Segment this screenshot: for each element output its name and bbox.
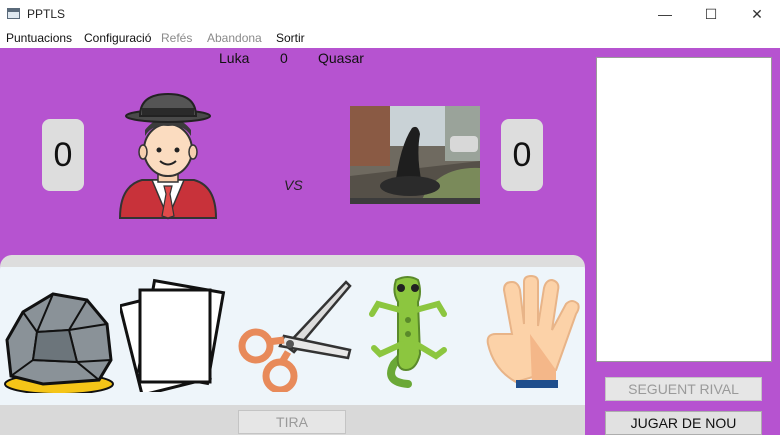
menu-refes[interactable]: Refés (161, 31, 192, 45)
throw-button[interactable]: TIRA (238, 410, 346, 434)
player-score: 0 (42, 119, 84, 191)
lizard-icon[interactable] (364, 274, 452, 394)
menu-abandona[interactable]: Abandona (207, 31, 262, 45)
maximize-button[interactable]: ☐ (688, 0, 734, 30)
choices-panel-header (0, 255, 585, 267)
rival-name: Quasar (318, 50, 364, 66)
paper-icon[interactable] (120, 276, 232, 392)
menu-configuracio[interactable]: Configuració (84, 31, 151, 45)
scissors-icon[interactable] (234, 276, 356, 392)
player-avatar (118, 92, 218, 220)
title-bar: PPTLS — ☐ ✕ (0, 0, 780, 30)
menu-sortir[interactable]: Sortir (276, 31, 305, 45)
player-name: Luka (219, 50, 250, 66)
minimize-button[interactable]: — (642, 0, 688, 30)
rock-icon[interactable] (3, 290, 115, 393)
rival-photo (350, 106, 480, 204)
menu-bar: Puntuacions Configuració Refés Abandona … (0, 30, 780, 48)
menu-puntuacions[interactable]: Puntuacions (6, 31, 72, 45)
app-icon (7, 8, 20, 19)
rival-score: 0 (501, 119, 543, 191)
next-rival-button[interactable]: SEGUENT RIVAL (605, 377, 762, 401)
close-button[interactable]: ✕ (734, 0, 780, 30)
spock-icon[interactable] (482, 274, 582, 394)
history-box (596, 57, 772, 362)
round-counter: 0 (280, 50, 288, 66)
play-again-button[interactable]: JUGAR DE NOU (605, 411, 762, 435)
window-title: PPTLS (27, 7, 66, 21)
vs-label: VS (284, 177, 303, 193)
